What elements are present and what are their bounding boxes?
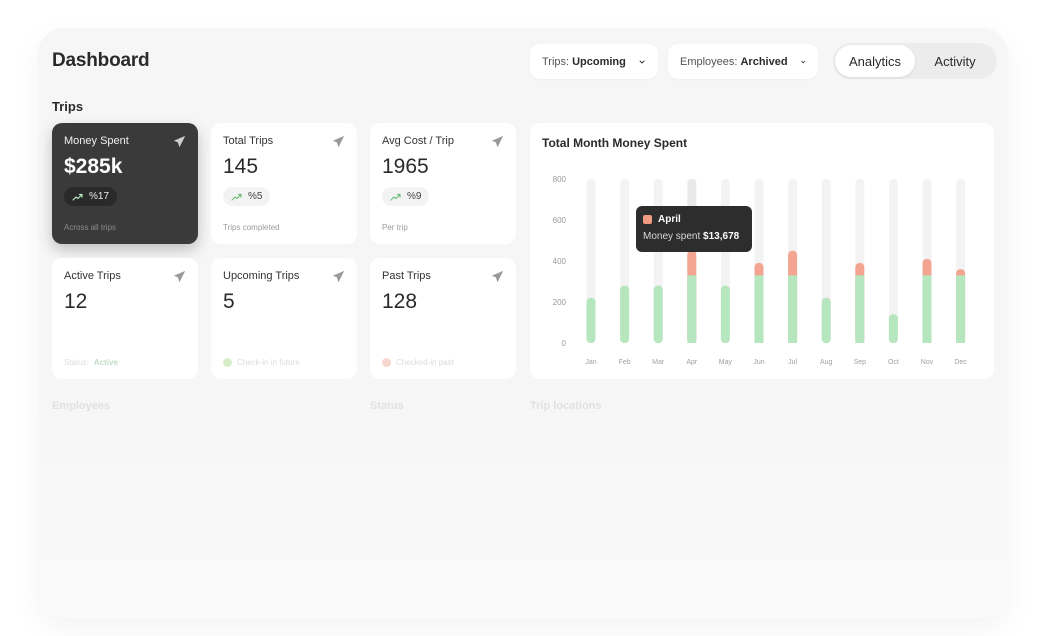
x-tick-label: Jan bbox=[585, 359, 596, 366]
card-subtitle: Per trip bbox=[382, 223, 408, 232]
trend-badge: %9 bbox=[382, 187, 430, 206]
section-title-employees: Employees bbox=[52, 400, 111, 412]
plane-icon bbox=[173, 135, 186, 148]
tooltip-value: $13,678 bbox=[703, 231, 740, 242]
trend-up-icon bbox=[390, 193, 401, 201]
plane-icon bbox=[173, 270, 186, 283]
card-label: Active Trips bbox=[64, 270, 121, 282]
card-value: 12 bbox=[64, 290, 88, 313]
x-tick-label: Jul bbox=[788, 359, 797, 366]
y-tick-label: 200 bbox=[553, 298, 567, 307]
card-money-spent[interactable]: Money Spent $285k %17 Across all trips bbox=[52, 123, 198, 244]
card-label: Upcoming Trips bbox=[223, 270, 300, 282]
trend-value: %17 bbox=[89, 191, 110, 202]
card-subtitle: Checked-in past bbox=[382, 358, 454, 367]
y-tick-label: 600 bbox=[553, 216, 567, 225]
bar-segment-green bbox=[653, 285, 663, 343]
trend-up-icon bbox=[231, 193, 242, 201]
red-status-dot-icon bbox=[382, 358, 391, 367]
x-tick-label: Mar bbox=[652, 359, 665, 366]
bar-segment-green bbox=[922, 275, 932, 343]
section-title-status: Status bbox=[370, 400, 404, 412]
card-value: 1965 bbox=[382, 155, 429, 178]
trips-filter-key: Trips: bbox=[542, 55, 570, 68]
y-tick-label: 800 bbox=[553, 175, 567, 184]
page-title: Dashboard bbox=[52, 50, 150, 71]
trend-value: %9 bbox=[407, 191, 422, 202]
green-status-dot-icon bbox=[223, 358, 232, 367]
tooltip-label: Money spent bbox=[643, 231, 701, 242]
card-subtitle-text: Checked-in past bbox=[396, 358, 454, 367]
view-toggle: Analytics Activity bbox=[833, 43, 997, 79]
card-subtitle: Trips completed bbox=[223, 223, 280, 232]
status-value: Active bbox=[93, 358, 118, 367]
x-tick-label: Jun bbox=[753, 359, 764, 366]
trend-badge: %17 bbox=[64, 187, 118, 206]
card-value: 128 bbox=[382, 290, 418, 313]
x-tick-label: May bbox=[719, 359, 733, 366]
employees-filter-value: Archived bbox=[740, 55, 788, 68]
card-subtitle: Status: Active bbox=[64, 358, 118, 367]
bar-segment-green bbox=[687, 275, 697, 343]
card-subtitle: Across all trips bbox=[64, 223, 117, 232]
bar-segment-green bbox=[720, 285, 730, 343]
card-upcoming-trips[interactable]: Upcoming Trips 5 Check-in in future bbox=[211, 258, 357, 379]
card-label: Money Spent bbox=[64, 135, 129, 147]
trips-filter-dropdown[interactable]: Trips: Upcoming bbox=[530, 44, 658, 79]
x-tick-label: Aug bbox=[820, 359, 833, 366]
x-tick-label: Oct bbox=[888, 359, 899, 366]
trend-badge: %5 bbox=[223, 187, 271, 206]
bar-segment-green bbox=[754, 275, 764, 343]
chevron-down-icon bbox=[800, 60, 805, 63]
bar-segment-green bbox=[888, 314, 898, 343]
x-tick-label: Apr bbox=[686, 359, 698, 366]
chart-card: Total Month Money Spent 0 200 400 600 800 Jan… bbox=[530, 123, 994, 379]
section-title-trips: Trips bbox=[52, 99, 84, 114]
chart-tooltip: April Money spent $13,678 bbox=[636, 206, 752, 252]
section-title-trip-locations: Trip locations bbox=[530, 400, 602, 412]
x-tick-label: Dec bbox=[954, 359, 967, 366]
card-past-trips[interactable]: Past Trips 128 Checked-in past bbox=[370, 258, 516, 379]
plane-icon bbox=[332, 135, 345, 148]
x-tick-label: Nov bbox=[921, 359, 934, 366]
employees-filter-dropdown[interactable]: Employees: Archived bbox=[668, 44, 818, 79]
bar-segment-green bbox=[620, 285, 630, 343]
bar-segment-green bbox=[821, 297, 831, 343]
dashboard-frame: Dashboard Trips: Upcoming Employees: Arc… bbox=[38, 28, 1008, 618]
status-prefix: Status: bbox=[64, 358, 89, 367]
x-tick-label: Sep bbox=[854, 359, 867, 366]
card-label: Past Trips bbox=[382, 270, 431, 282]
card-avg-cost[interactable]: Avg Cost / Trip 1965 %9 Per trip bbox=[370, 123, 516, 244]
card-active-trips[interactable]: Active Trips 12 Status: Active bbox=[52, 258, 198, 379]
trend-value: %5 bbox=[248, 191, 263, 202]
trips-filter-value: Upcoming bbox=[572, 55, 626, 68]
card-value: 145 bbox=[223, 155, 259, 178]
plane-icon bbox=[491, 135, 504, 148]
tab-activity[interactable]: Activity bbox=[915, 45, 995, 77]
plane-icon bbox=[491, 270, 504, 283]
series-swatch-icon bbox=[643, 215, 652, 224]
chevron-down-icon bbox=[639, 60, 645, 63]
employees-filter-key: Employees: bbox=[680, 55, 738, 68]
trend-up-icon bbox=[72, 193, 83, 201]
card-label: Avg Cost / Trip bbox=[382, 135, 454, 147]
card-value: $285k bbox=[64, 155, 123, 178]
bar-segment-green bbox=[586, 297, 596, 343]
y-tick-label: 0 bbox=[562, 339, 567, 348]
card-subtitle: Check-in in future bbox=[223, 358, 300, 367]
card-value: 5 bbox=[223, 290, 235, 313]
x-tick-label: Feb bbox=[619, 359, 631, 366]
bar-segment-green bbox=[956, 275, 966, 343]
card-total-trips[interactable]: Total Trips 145 %5 Trips completed bbox=[211, 123, 357, 244]
card-label: Total Trips bbox=[223, 135, 274, 147]
y-tick-label: 400 bbox=[553, 257, 567, 266]
card-subtitle-text: Check-in in future bbox=[237, 358, 300, 367]
plane-icon bbox=[332, 270, 345, 283]
tab-analytics[interactable]: Analytics bbox=[835, 45, 915, 77]
bar-chart: 0 200 400 600 800 Jan Feb Mar Apr May Jun Jul Aug Sep… bbox=[553, 175, 968, 366]
tooltip-month: April bbox=[658, 214, 681, 225]
bar-segment-green bbox=[855, 275, 865, 343]
bar-segment-green bbox=[788, 275, 798, 343]
